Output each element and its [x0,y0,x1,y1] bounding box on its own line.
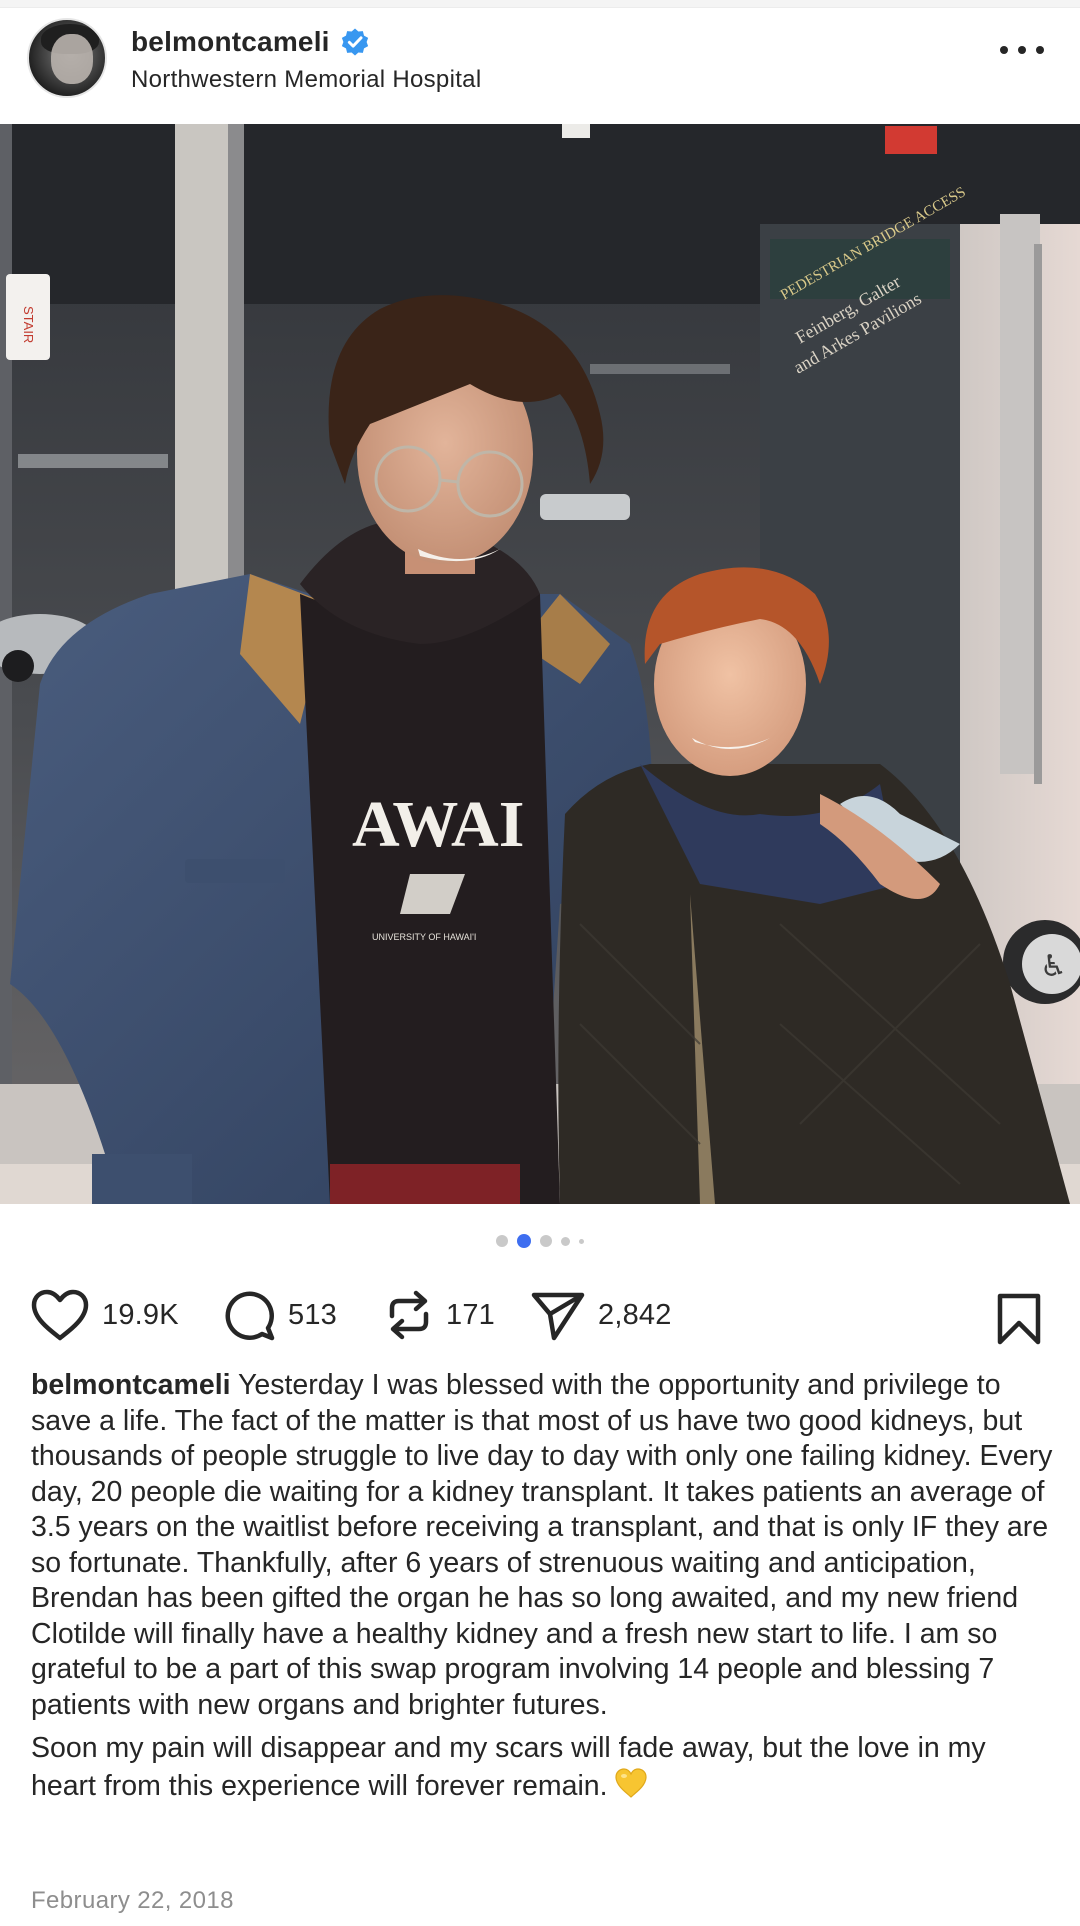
post-photo[interactable]: STAIR PEDESTRIAN BRIDGE ACCESS Feinberg,… [0,124,1080,1204]
shirt-small-text: UNIVERSITY OF HAWAI'I [372,932,476,942]
username[interactable]: belmontcameli [131,26,330,58]
stair-sign: STAIR [21,306,36,343]
bookmark-icon[interactable] [996,1292,1042,1346]
svg-text:♿: ♿ [1040,949,1067,984]
photo-scene: STAIR PEDESTRIAN BRIDGE ACCESS Feinberg,… [0,124,1080,1204]
post-date: February 22, 2018 [31,1887,234,1914]
carousel-dot[interactable] [496,1235,508,1247]
shares-count[interactable]: 2,842 [598,1299,672,1332]
shirt-text: AWAI [352,788,524,861]
location-link[interactable]: Northwestern Memorial Hospital [131,66,481,94]
carousel-dot-active[interactable] [517,1234,531,1248]
heart-icon [31,1289,89,1341]
avatar[interactable] [27,18,107,98]
yellow-heart-icon [614,1767,647,1798]
action-bar: 19.9K 513 171 2,842 [0,1280,1080,1350]
carousel-indicator [0,1234,1080,1248]
repost-button[interactable]: 171 [384,1280,495,1350]
user-row: belmontcameli [131,26,370,58]
verified-badge-icon [341,28,368,56]
carousel-dot[interactable] [540,1235,552,1247]
comment-icon [225,1291,275,1341]
comment-button[interactable]: 513 [222,1280,337,1350]
status-divider [0,0,1080,8]
like-button[interactable]: 19.9K [30,1280,179,1350]
post-caption: belmontcameli Yesterday I was blessed wi… [31,1368,1056,1804]
repost-icon [389,1290,429,1340]
share-button[interactable]: 2,842 [530,1280,672,1350]
reposts-count[interactable]: 171 [446,1299,495,1332]
carousel-dot[interactable] [561,1236,570,1246]
caption-text-1: Yesterday I was blessed with the opportu… [31,1369,1053,1721]
caption-username[interactable]: belmontcameli [31,1369,231,1401]
likes-count[interactable]: 19.9K [102,1299,179,1332]
caption-paragraph-1: belmontcameli Yesterday I was blessed wi… [31,1368,1056,1723]
post-header: belmontcameli Northwestern Memorial Hosp… [0,8,1080,124]
carousel-dot[interactable] [579,1238,584,1244]
caption-paragraph-2: Soon my pain will disappear and my scars… [31,1731,1056,1804]
comments-count[interactable]: 513 [288,1299,337,1332]
more-options-icon[interactable] [1000,38,1044,62]
share-icon [531,1292,585,1341]
caption-text-2: Soon my pain will disappear and my scars… [31,1732,986,1802]
